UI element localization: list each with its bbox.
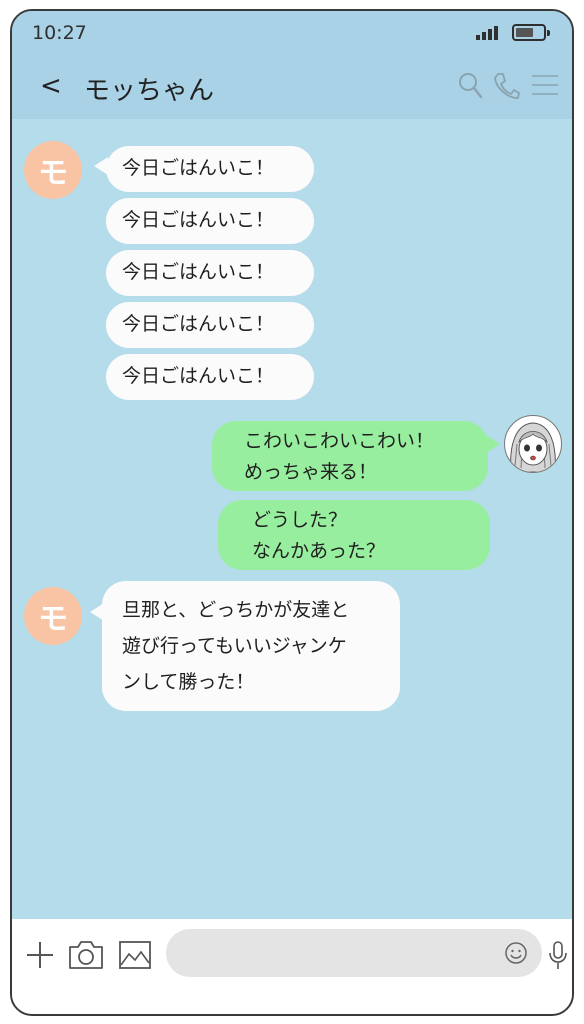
status-time: 10:27 <box>32 22 87 44</box>
chat-header: < モッちゃん <box>12 57 572 120</box>
signal-icon <box>476 26 498 40</box>
message-bubble[interactable]: どうした？ なんかあった？ <box>218 500 490 570</box>
message-bubble[interactable]: 旦那と、どっちかが友達と 遊び行ってもいいジャンケ ンして勝った！ <box>102 581 400 711</box>
message-bubble[interactable]: 今日ごはんいこ！ <box>106 302 314 348</box>
user-avatar-illustration <box>510 422 556 472</box>
message-bubble[interactable]: 今日ごはんいこ！ <box>106 354 314 400</box>
menu-icon[interactable] <box>530 71 560 101</box>
contact-avatar[interactable]: モ <box>24 587 82 645</box>
user-avatar[interactable] <box>504 415 562 473</box>
chat-area[interactable]: モ 今日ごはんいこ！ 今日ごはんいこ！ 今日ごはんいこ！ 今日ごはんいこ！ 今日… <box>12 119 572 919</box>
search-icon[interactable] <box>458 71 484 101</box>
battery-icon <box>512 24 550 41</box>
phone-icon[interactable] <box>492 71 520 101</box>
image-icon[interactable] <box>118 939 152 971</box>
mic-icon[interactable] <box>548 939 568 971</box>
bubble-tail <box>486 435 500 453</box>
camera-icon[interactable] <box>67 939 105 971</box>
back-button[interactable]: < <box>40 71 62 101</box>
contact-avatar[interactable]: モ <box>24 141 82 199</box>
emoji-icon[interactable] <box>504 941 528 965</box>
message-bubble[interactable]: こわいこわいこわい！ めっちゃ来る！ <box>212 421 488 491</box>
message-bubble[interactable]: 今日ごはんいこ！ <box>106 146 314 192</box>
plus-icon[interactable] <box>24 939 56 971</box>
phone-frame: 10:27 < モッちゃん モ 今日ごはんいこ！ 今日ごはんいこ！ 今日ごはんい… <box>10 9 574 1016</box>
input-bar <box>12 919 572 1014</box>
message-input[interactable] <box>166 929 542 977</box>
message-bubble[interactable]: 今日ごはんいこ！ <box>106 198 314 244</box>
message-bubble[interactable]: 今日ごはんいこ！ <box>106 250 314 296</box>
chat-title: モッちゃん <box>84 76 215 106</box>
status-bar: 10:27 <box>12 11 572 57</box>
